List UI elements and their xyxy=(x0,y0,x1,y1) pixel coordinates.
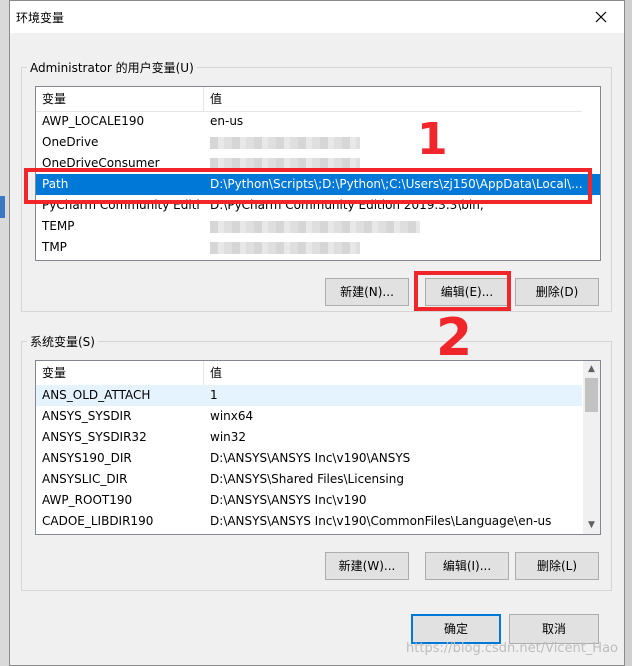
ok-button[interactable]: 确定 xyxy=(411,614,501,644)
variable-name: AWP_LOCALE190 xyxy=(42,114,145,128)
column-header-variable[interactable]: 变量 xyxy=(36,87,204,111)
table-row[interactable]: AWP_LOCALE190 en-us xyxy=(36,111,600,132)
variable-value xyxy=(210,132,360,153)
table-row[interactable]: ANSYS_SYSDIR32 win32 xyxy=(36,427,582,448)
watermark: https://blog.csdn.net/Vicent_Hao xyxy=(406,641,618,656)
variable-name: ANS_OLD_ATTACH xyxy=(42,388,151,402)
system-variables-list[interactable]: 变量 值 ANS_OLD_ATTACH 1 ANSYS_SYSDIR winx64 AN… xyxy=(35,360,601,535)
variable-value: winx64 xyxy=(210,409,254,423)
variable-name: TMP xyxy=(42,240,67,254)
edit-button-highlight xyxy=(414,271,511,311)
table-row[interactable]: TEMP xyxy=(36,216,600,237)
close-icon xyxy=(595,11,607,23)
column-header-variable[interactable]: 变量 xyxy=(36,361,204,385)
background-right-strip xyxy=(624,0,632,666)
variable-value: D:\ANSYS\Shared Files\Licensing xyxy=(210,472,404,486)
scroll-down-arrow-icon[interactable]: ▼ xyxy=(583,517,600,534)
variable-value: D:\ANSYS\ANSYS Inc\v190\CommonFiles\Lang… xyxy=(210,514,552,528)
close-button[interactable] xyxy=(586,4,616,30)
column-header-value[interactable]: 值 xyxy=(204,361,222,385)
title-bar: 环境变量 xyxy=(10,1,624,33)
redacted-value xyxy=(210,241,360,254)
list-header: 变量 值 xyxy=(36,87,582,112)
table-row[interactable]: AWP_ROOT190 D:\ANSYS\ANSYS Inc\v190 xyxy=(36,490,582,511)
variable-name: CADOE_LIBDIR190 xyxy=(42,514,154,528)
variable-value: D:\ANSYS\ANSYS Inc\v190\ANSYS xyxy=(210,451,411,465)
annotation-number-1: 1 xyxy=(417,114,448,165)
variable-name: ANSYS_SYSDIR32 xyxy=(42,430,147,444)
variable-value xyxy=(210,216,420,237)
user-delete-button[interactable]: 删除(D) xyxy=(515,278,599,306)
variable-name: ANSYS_SYSDIR xyxy=(42,409,132,423)
table-row[interactable]: ANSYS_SYSDIR winx64 xyxy=(36,406,582,427)
environment-variables-dialog: 环境变量 Administrator 的用户变量(U) 变量 值 AWP_LOC… xyxy=(9,0,625,666)
cancel-button[interactable]: 取消 xyxy=(509,614,599,644)
window-title: 环境变量 xyxy=(16,11,65,25)
list-header: 变量 值 xyxy=(36,361,582,386)
column-header-value[interactable]: 值 xyxy=(204,87,222,111)
variable-name: AWP_ROOT190 xyxy=(42,493,133,507)
path-row-highlight xyxy=(24,168,592,204)
variable-name: ANSYS190_DIR xyxy=(42,451,132,465)
scroll-thumb[interactable] xyxy=(585,378,598,412)
system-variables-label: 系统变量(S) xyxy=(27,333,98,350)
system-list-scrollbar[interactable]: ▲ ▼ xyxy=(583,361,600,534)
redacted-value xyxy=(210,220,420,233)
user-variables-label: Administrator 的用户变量(U) xyxy=(27,59,197,76)
variable-name: OneDrive xyxy=(42,135,99,149)
variable-name: TEMP xyxy=(42,219,75,233)
user-new-button[interactable]: 新建(N)... xyxy=(325,278,409,306)
background-edge-mark xyxy=(0,196,5,218)
system-edit-button[interactable]: 编辑(I)... xyxy=(425,552,509,580)
table-row[interactable]: OneDrive xyxy=(36,132,600,153)
system-new-button[interactable]: 新建(W)... xyxy=(325,552,409,580)
background-window-strip xyxy=(0,0,9,666)
annotation-number-2: 2 xyxy=(436,308,473,368)
variable-value xyxy=(210,237,360,258)
table-row[interactable]: ANS_OLD_ATTACH 1 xyxy=(36,385,582,406)
system-delete-button[interactable]: 删除(L) xyxy=(515,552,599,580)
variable-value: win32 xyxy=(210,430,247,444)
variable-name: ANSYSLIC_DIR xyxy=(42,472,128,486)
redacted-value xyxy=(210,136,360,149)
scroll-up-arrow-icon[interactable]: ▲ xyxy=(583,361,600,378)
table-row[interactable]: CADOE_LIBDIR190 D:\ANSYS\ANSYS Inc\v190\C… xyxy=(36,511,582,532)
variable-value: en-us xyxy=(210,114,244,128)
variable-value: D:\ANSYS\ANSYS Inc\v190 xyxy=(210,493,367,507)
table-row[interactable]: TMP xyxy=(36,237,600,258)
table-row[interactable]: ANSYS190_DIR D:\ANSYS\ANSYS Inc\v190\ANSY… xyxy=(36,448,582,469)
table-row[interactable]: ANSYSLIC_DIR D:\ANSYS\Shared Files\Licens… xyxy=(36,469,582,490)
variable-value: 1 xyxy=(210,388,218,402)
